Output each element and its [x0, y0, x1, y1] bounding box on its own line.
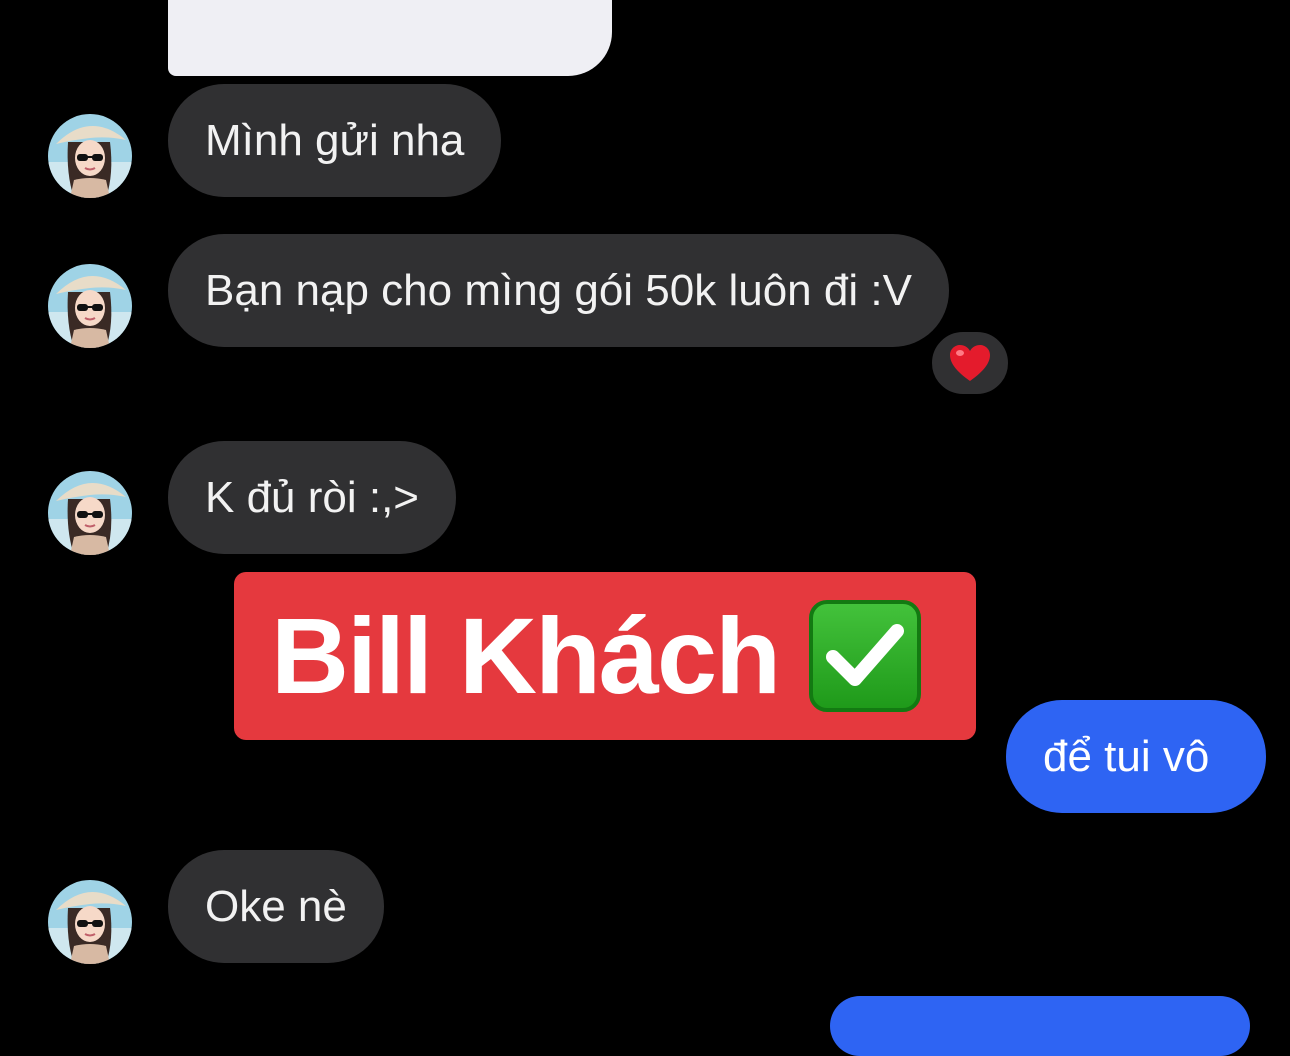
- contact-avatar[interactable]: [48, 114, 132, 198]
- contact-avatar[interactable]: [48, 471, 132, 555]
- contact-avatar[interactable]: [48, 880, 132, 964]
- reaction-badge[interactable]: [928, 328, 1012, 398]
- message-bubble-outgoing-partial[interactable]: [830, 996, 1250, 1056]
- message-text: để tui vô: [1043, 731, 1210, 781]
- message-text: K đủ ròi :,>: [205, 472, 420, 522]
- message-text: Bạn nạp cho mìng gói 50k luôn đi :V: [205, 265, 912, 315]
- message-bubble-incoming[interactable]: Bạn nạp cho mìng gói 50k luôn đi :V: [168, 234, 949, 347]
- check-mark-button-icon: [809, 600, 922, 712]
- avatar-image: [48, 471, 132, 555]
- avatar-image: [48, 114, 132, 198]
- message-bubble-incoming[interactable]: Mình gửi nha: [168, 84, 502, 197]
- bill-khach-banner: Bill Khách: [234, 572, 976, 740]
- message-text: Mình gửi nha: [205, 115, 465, 165]
- message-bubble-incoming[interactable]: Oke nè: [168, 850, 384, 963]
- banner-title: Bill Khách: [270, 595, 781, 716]
- image-message-attachment[interactable]: [168, 0, 612, 76]
- message-text: Oke nè: [205, 881, 347, 931]
- check-mark-icon: [826, 624, 905, 686]
- heart-emoji-icon: [950, 345, 990, 381]
- message-bubble-outgoing[interactable]: để tui vô: [1006, 700, 1266, 813]
- contact-avatar[interactable]: [48, 264, 132, 348]
- avatar-image: [48, 880, 132, 964]
- message-bubble-incoming[interactable]: K đủ ròi :,>: [168, 441, 457, 554]
- avatar-image: [48, 264, 132, 348]
